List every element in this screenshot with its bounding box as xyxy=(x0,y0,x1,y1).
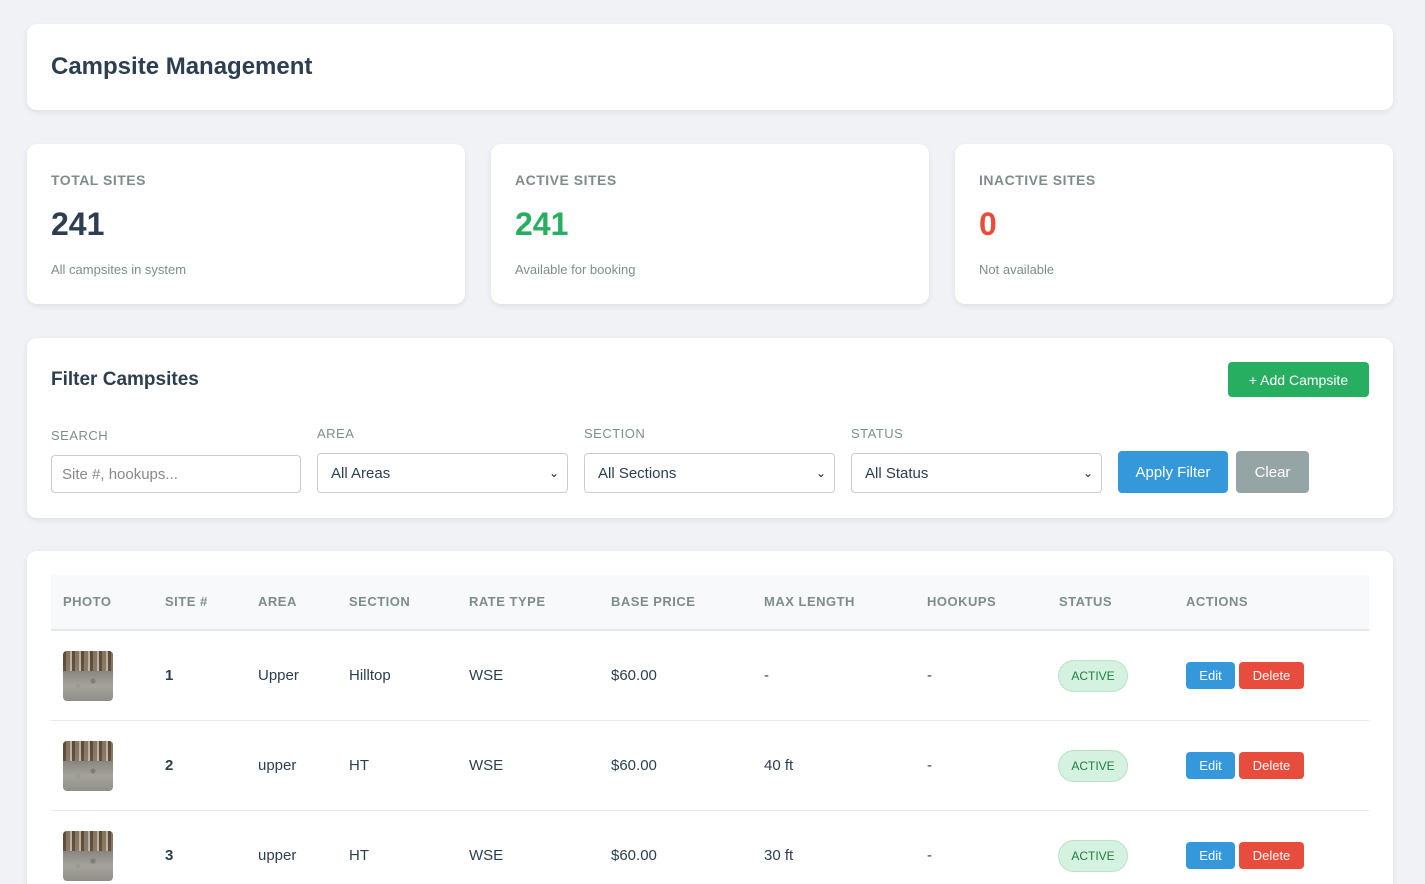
rate-type-cell: WSE xyxy=(469,847,504,864)
stat-card-inactive: INACTIVE SITES 0 Not available xyxy=(955,144,1393,304)
status-select[interactable]: All Status ⌄ xyxy=(851,453,1102,493)
area-select-value: All Areas xyxy=(331,464,391,482)
section-select-value: All Sections xyxy=(598,464,677,482)
section-select[interactable]: All Sections ⌄ xyxy=(584,453,835,493)
column-header-rate-type: RATE TYPE xyxy=(469,594,546,609)
campsite-table: PHOTO SITE # AREA SECTION RATE TYPE BASE… xyxy=(27,551,1393,884)
hookups-cell: - xyxy=(927,757,932,774)
rate-type-cell: WSE xyxy=(469,667,504,684)
search-input[interactable] xyxy=(51,455,301,493)
column-header-section: SECTION xyxy=(349,594,411,609)
clear-button[interactable]: Clear xyxy=(1236,451,1309,493)
table-header: PHOTO SITE # AREA SECTION RATE TYPE BASE… xyxy=(51,575,1369,631)
area-label: AREA xyxy=(317,426,355,441)
column-header-base-price: BASE PRICE xyxy=(611,594,696,609)
edit-button[interactable]: Edit xyxy=(1186,842,1235,869)
stat-card-active: ACTIVE SITES 241 Available for booking xyxy=(491,144,929,304)
base-price-cell: $60.00 xyxy=(611,757,657,774)
status-select-value: All Status xyxy=(865,464,929,482)
table-row: 3 upper HT WSE $60.00 30 ft - ACTIVE Edi… xyxy=(51,811,1369,884)
column-header-site: SITE # xyxy=(165,594,208,609)
status-label: STATUS xyxy=(851,426,904,441)
max-length-cell: 40 ft xyxy=(764,757,794,774)
column-header-hookups: HOOKUPS xyxy=(927,594,997,609)
site-number: 3 xyxy=(165,847,174,864)
area-select[interactable]: All Areas ⌄ xyxy=(317,453,568,493)
stat-value: 241 xyxy=(515,206,569,242)
site-number: 1 xyxy=(165,667,174,684)
add-campsite-button[interactable]: + Add Campsite xyxy=(1228,362,1369,397)
status-badge: ACTIVE xyxy=(1058,660,1128,692)
table-row: 1 Upper Hilltop WSE $60.00 - - ACTIVE Ed… xyxy=(51,631,1369,721)
hookups-cell: - xyxy=(927,847,932,864)
hookups-cell: - xyxy=(927,667,932,684)
delete-button[interactable]: Delete xyxy=(1239,752,1304,779)
campsite-photo[interactable] xyxy=(63,741,113,791)
rate-type-cell: WSE xyxy=(469,757,504,774)
chevron-down-icon: ⌄ xyxy=(548,466,559,480)
stat-card-total: TOTAL SITES 241 All campsites in system xyxy=(27,144,465,304)
stat-subtext: Available for booking xyxy=(515,262,636,277)
max-length-cell: 30 ft xyxy=(764,847,794,864)
edit-button[interactable]: Edit xyxy=(1186,662,1235,689)
column-header-area: AREA xyxy=(258,594,297,609)
stat-label: INACTIVE SITES xyxy=(979,172,1096,188)
base-price-cell: $60.00 xyxy=(611,847,657,864)
stat-value: 241 xyxy=(51,206,105,242)
chevron-down-icon: ⌄ xyxy=(815,466,826,480)
edit-button[interactable]: Edit xyxy=(1186,752,1235,779)
status-badge: ACTIVE xyxy=(1058,840,1128,872)
delete-button[interactable]: Delete xyxy=(1239,842,1304,869)
column-header-max-length: MAX LENGTH xyxy=(764,594,855,609)
section-cell: HT xyxy=(349,757,369,774)
chevron-down-icon: ⌄ xyxy=(1082,466,1093,480)
section-cell: HT xyxy=(349,847,369,864)
site-number: 2 xyxy=(165,757,174,774)
column-header-actions: ACTIONS xyxy=(1186,594,1248,609)
column-header-status: STATUS xyxy=(1059,594,1113,609)
filter-title: Filter Campsites xyxy=(51,369,199,390)
stat-label: TOTAL SITES xyxy=(51,172,146,188)
base-price-cell: $60.00 xyxy=(611,667,657,684)
stat-subtext: All campsites in system xyxy=(51,262,187,277)
stat-label: ACTIVE SITES xyxy=(515,172,617,188)
column-header-photo: PHOTO xyxy=(63,594,112,609)
campsite-photo[interactable] xyxy=(63,831,113,881)
search-label: SEARCH xyxy=(51,428,109,443)
stat-subtext: Not available xyxy=(979,262,1055,277)
campsite-photo[interactable] xyxy=(63,651,113,701)
page-title: Campsite Management xyxy=(51,53,313,80)
max-length-cell: - xyxy=(764,667,769,684)
header-card: Campsite Management xyxy=(27,24,1393,110)
table-row: 2 upper HT WSE $60.00 40 ft - ACTIVE Edi… xyxy=(51,721,1369,811)
section-label: SECTION xyxy=(584,426,646,441)
apply-filter-button[interactable]: Apply Filter xyxy=(1118,451,1228,493)
status-badge: ACTIVE xyxy=(1058,750,1128,782)
stat-value: 0 xyxy=(979,206,997,242)
area-cell: Upper xyxy=(258,667,299,684)
filter-card: Filter Campsites + Add Campsite SEARCH A… xyxy=(27,338,1393,518)
area-cell: upper xyxy=(258,847,297,864)
delete-button[interactable]: Delete xyxy=(1239,662,1304,689)
area-cell: upper xyxy=(258,757,297,774)
section-cell: Hilltop xyxy=(349,667,391,684)
